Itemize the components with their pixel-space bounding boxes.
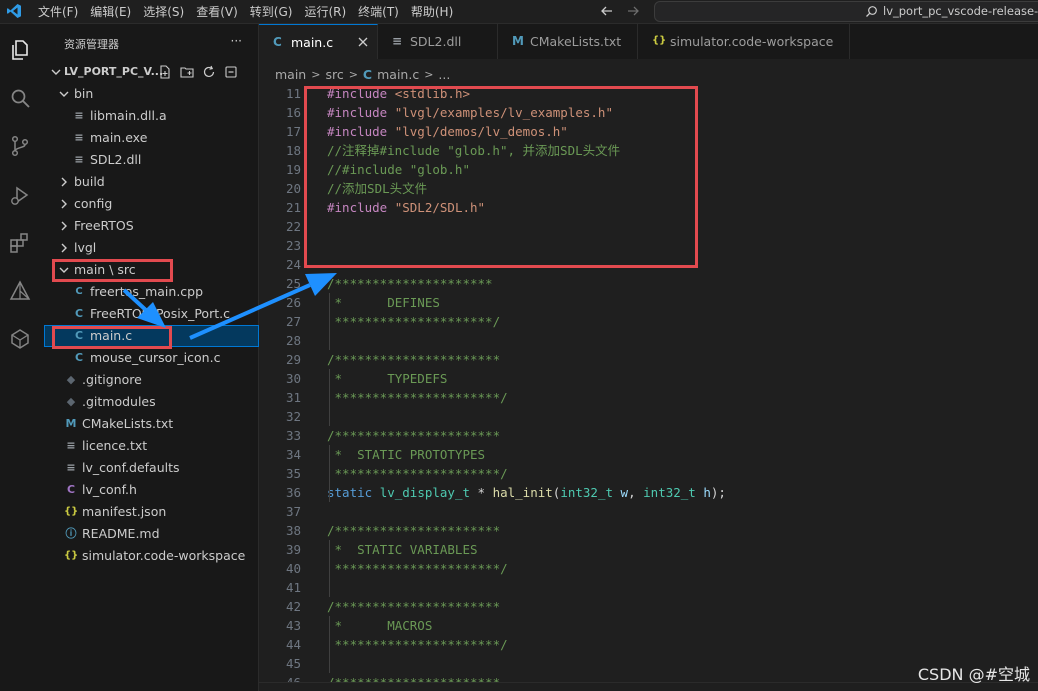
- arrow-to-main-c: [122, 288, 166, 328]
- watermark: CSDN @#空城: [917, 665, 1030, 684]
- annotation-arrows: [122, 273, 337, 340]
- arrow-to-includes: [189, 273, 337, 340]
